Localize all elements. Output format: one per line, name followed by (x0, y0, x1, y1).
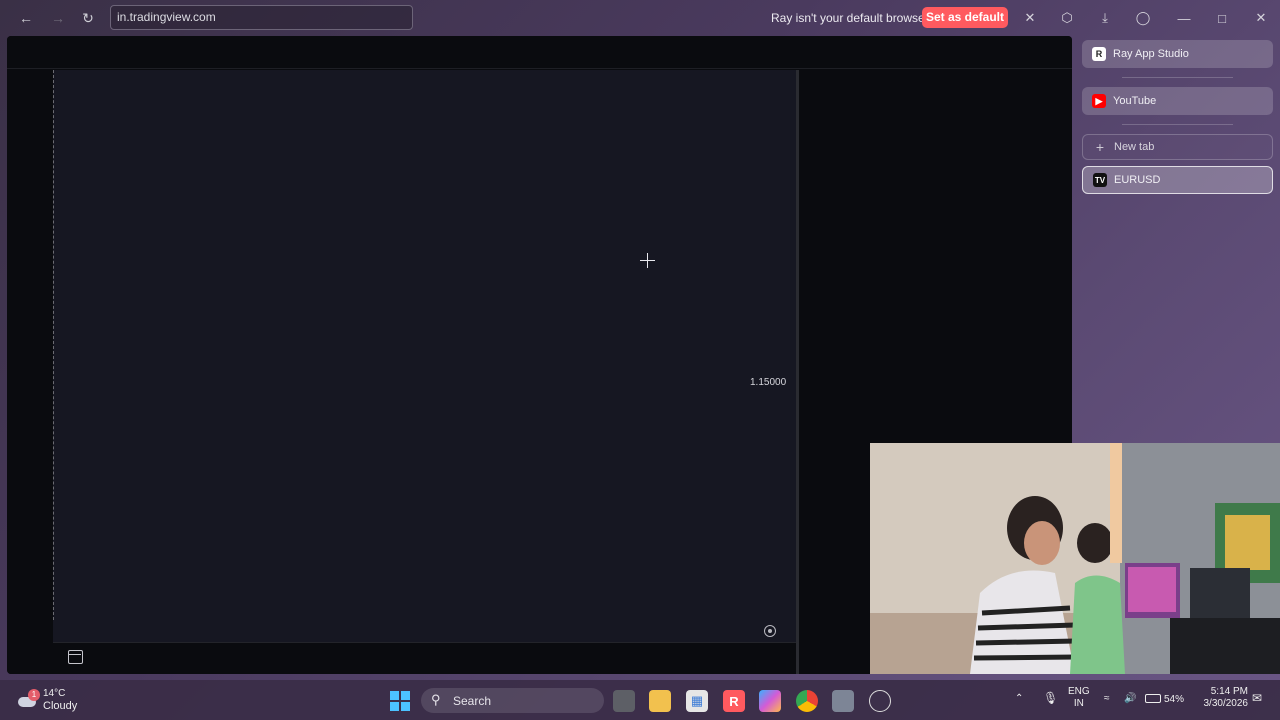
tab-divider (1122, 124, 1233, 125)
microsoft-store-icon[interactable]: ▦ (686, 690, 708, 712)
reload-icon[interactable]: ↻ (74, 4, 102, 32)
crosshair-cursor (640, 253, 655, 268)
back-icon[interactable]: ← (12, 4, 40, 32)
ray-logo-icon: R (1092, 47, 1106, 61)
tab-ray-app-studio[interactable]: R Ray App Studio (1082, 40, 1273, 68)
weather-condition: Cloudy (43, 700, 78, 712)
ray-browser-icon[interactable]: R (723, 690, 745, 712)
obs-icon[interactable] (869, 690, 891, 712)
clock[interactable]: 5:14 PM 3/30/2026 (1196, 686, 1249, 710)
downloads-icon[interactable]: ⤓ (1096, 9, 1114, 27)
language-label: ENG (1068, 686, 1090, 697)
extensions-icon[interactable]: ⬡ (1058, 9, 1076, 27)
price-axis-label: 1.15000 (750, 377, 787, 388)
window-close-icon[interactable]: ✕ (1252, 9, 1270, 27)
vertical-tab-sidebar: R Ray App Studio ▶ YouTube + New tab TV … (1082, 40, 1273, 194)
forward-icon[interactable]: → (44, 4, 72, 32)
tray-chevron-icon[interactable]: ⌃ (1015, 693, 1023, 705)
set-as-default-button[interactable]: Set as default (922, 7, 1008, 28)
search-icon: ⚲ (431, 692, 441, 707)
plus-icon: + (1095, 139, 1105, 155)
battery-percent: 54% (1164, 694, 1185, 705)
settings-gear-icon[interactable] (764, 625, 776, 637)
tab-label: Ray App Studio (1113, 48, 1189, 60)
weather-icon[interactable]: 1 (16, 689, 40, 711)
search-label: Search (453, 694, 492, 708)
clock-date: 3/30/2026 (1203, 698, 1249, 709)
notifications-icon[interactable]: ✉ (1252, 692, 1262, 704)
webcam-overlay (870, 443, 1280, 674)
default-browser-notice: Ray isn't your default browser (771, 11, 929, 25)
tradingview-icon: TV (1093, 173, 1107, 187)
file-explorer-icon[interactable] (649, 690, 671, 712)
language-indicator[interactable]: ENG IN (1068, 686, 1090, 710)
chrome-icon[interactable] (796, 690, 818, 712)
tab-label: EURUSD (1114, 174, 1161, 186)
minimize-icon[interactable]: — (1175, 9, 1193, 27)
task-view-icon[interactable] (613, 690, 635, 712)
browser-toolbar: ← → ↻ in.tradingview.com Ray isn't your … (0, 0, 1280, 36)
maximize-icon[interactable]: □ (1213, 9, 1231, 27)
youtube-icon: ▶ (1092, 94, 1106, 108)
wifi-icon[interactable]: ≈ (1104, 693, 1110, 705)
new-tab-button[interactable]: + New tab (1082, 134, 1273, 160)
tab-divider (1122, 77, 1233, 78)
clock-time: 5:14 PM (1210, 686, 1248, 697)
taskbar: 1 14°C Cloudy ⚲ Search ▦ R ⌃ 🎙 ENG IN ≈ … (0, 680, 1280, 720)
volume-icon[interactable]: 🔊 (1124, 693, 1136, 705)
chart-top-toolbar (7, 36, 1072, 69)
profile-icon[interactable]: ◯ (1134, 9, 1152, 27)
weather-temp: 14°C (43, 688, 66, 699)
goto-date-icon[interactable] (68, 650, 83, 664)
taskbar-search[interactable]: ⚲ Search (421, 688, 604, 713)
battery-icon[interactable] (1145, 694, 1161, 703)
copilot-icon[interactable] (759, 690, 781, 712)
tab-youtube[interactable]: ▶ YouTube (1082, 87, 1273, 115)
address-bar[interactable]: in.tradingview.com (110, 5, 413, 30)
chart-bottom-bar (53, 642, 796, 674)
drawing-toolbar (7, 70, 53, 674)
region-label: IN (1073, 698, 1084, 709)
tab-eurusd[interactable]: TV EURUSD (1082, 166, 1273, 194)
webcam-image (870, 443, 1280, 674)
new-tab-label: New tab (1114, 141, 1155, 153)
close-icon[interactable]: ✕ (1021, 9, 1039, 27)
chart-canvas[interactable] (53, 70, 796, 642)
chart-left-dashed-line (53, 70, 54, 620)
weather-badge: 1 (28, 689, 40, 701)
windows-start-icon[interactable] (389, 690, 411, 712)
camera-icon[interactable] (832, 690, 854, 712)
microphone-icon[interactable]: 🎙 (1043, 692, 1058, 704)
tab-label: YouTube (1113, 95, 1157, 107)
